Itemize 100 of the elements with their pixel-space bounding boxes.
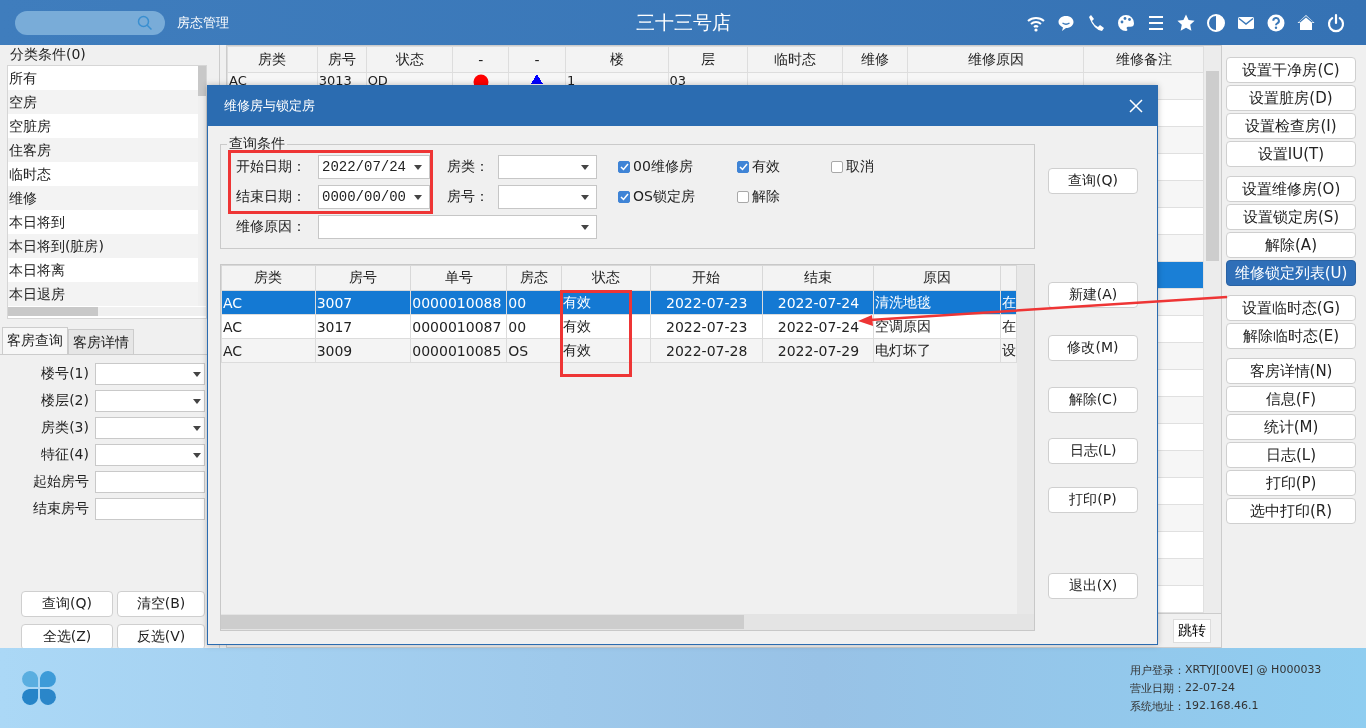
list-item[interactable]: 住客房 [8,138,198,162]
action-button[interactable]: 日志(L) [1226,442,1356,468]
action-button[interactable]: 客房详情(N) [1226,358,1356,384]
table-cell: OD [367,73,388,88]
action-button[interactable]: 打印(P) [1226,470,1356,496]
dialog-button[interactable]: 新建(A) [1048,282,1138,308]
action-button[interactable]: 设置干净房(C) [1226,57,1356,83]
column-header[interactable]: 房态 [506,265,562,291]
dialog-button[interactable]: 日志(L) [1048,438,1138,464]
help-icon[interactable] [1266,12,1286,33]
table-cell: AC [229,73,247,88]
checkbox[interactable] [831,161,843,173]
input-field[interactable] [95,471,205,493]
dropdown-field[interactable] [498,155,597,179]
column-header[interactable]: 原因 [873,265,1001,291]
list-item[interactable]: 本日退房 [8,282,198,306]
tab[interactable]: 客房查询 [2,327,68,354]
list-item[interactable]: 空房 [8,90,198,114]
action-button[interactable]: 设置检查房(I) [1226,113,1356,139]
dialog-button[interactable]: 查询(Q) [1048,168,1138,194]
dialog-button[interactable]: 打印(P) [1048,487,1138,513]
table-cell: 空调原因 [875,317,932,334]
table-cell: 在 [1002,317,1016,334]
column-header[interactable]: 维修备注 [1083,46,1204,73]
dropdown-field[interactable] [95,417,205,439]
action-button[interactable]: 查询(Q) [21,591,113,617]
scrollbar[interactable] [1017,265,1034,614]
action-button[interactable]: 设置脏房(D) [1226,85,1356,111]
column-header[interactable]: 房类 [227,46,318,73]
action-button[interactable]: 清空(B) [117,591,205,617]
checkbox[interactable] [737,191,749,203]
field-label: 楼层(2) [40,392,90,410]
dropdown-field[interactable] [95,390,205,412]
column-header[interactable]: 维修原因 [907,46,1084,73]
column-header[interactable]: 房号 [317,46,367,73]
table-row[interactable]: AC 3017 0000010087 00 有效 2022-07-23 2022-07-24 空调原因 在 [221,314,1017,339]
list-item[interactable]: 临时态 [8,162,198,186]
scrollbar[interactable] [221,614,1034,630]
action-button[interactable]: 信息(F) [1226,386,1356,412]
half-circle-icon[interactable] [1206,12,1226,33]
column-header[interactable]: 楼 [565,46,669,73]
checkbox[interactable] [737,161,749,173]
column-header[interactable]: 单号 [410,265,507,291]
action-button[interactable]: 解除临时态(E) [1226,323,1356,349]
checkbox-label: 解除 [752,188,780,206]
search-field[interactable] [15,10,165,35]
action-button[interactable]: 维修锁定列表(U) [1226,260,1356,286]
dropdown-field[interactable] [95,363,205,385]
action-button[interactable]: 设置锁定房(S) [1226,204,1356,230]
close-icon[interactable] [1129,99,1143,113]
column-header[interactable]: 开始 [650,265,763,291]
column-header[interactable]: - [452,46,509,73]
input-field[interactable] [95,498,205,520]
table-row[interactable]: AC 3009 0000010085 OS 有效 2022-07-28 2022-07-29 电灯坏了 设 [221,338,1017,363]
power-icon[interactable] [1326,12,1346,33]
jump-button[interactable]: 跳转 [1173,618,1211,643]
column-header[interactable]: - [508,46,566,73]
home-icon[interactable] [1296,12,1316,33]
list-item[interactable]: 本日将离 [8,258,198,282]
dropdown-field[interactable] [95,444,205,466]
checkbox[interactable] [618,191,630,203]
column-header[interactable]: 房类 [221,265,316,291]
action-button[interactable]: 选中打印(R) [1226,498,1356,524]
action-button[interactable]: 全选(Z) [21,624,113,650]
list-item[interactable]: 维修 [8,186,198,210]
list-item[interactable]: 本日将到(脏房) [8,234,198,258]
date-field[interactable]: 2022/07/24 [318,155,430,179]
action-button[interactable]: 设置维修房(O) [1226,176,1356,202]
dialog-button[interactable]: 解除(C) [1048,387,1138,413]
date-field[interactable]: 0000/00/00 [318,185,430,209]
tab[interactable]: 客房详情 [68,329,134,354]
list-item[interactable]: 本日将到 [8,210,198,234]
scrollbar[interactable] [1204,46,1221,613]
dropdown-field[interactable] [498,185,597,209]
column-header[interactable]: 结束 [762,265,874,291]
status-value: 192.168.46.1 [1185,698,1259,714]
action-button[interactable]: 反选(V) [117,624,205,650]
column-header[interactable]: 房号 [315,265,411,291]
action-button[interactable]: 统计(M) [1226,414,1356,440]
palette-icon[interactable] [1116,12,1136,33]
status-label: 系统地址： [1130,698,1185,714]
checkbox[interactable] [618,161,630,173]
list-item[interactable]: 所有 [8,66,198,90]
action-button[interactable]: 解除(A) [1226,232,1356,258]
dropdown-field[interactable] [318,215,597,239]
dialog-button[interactable]: 退出(X) [1048,573,1138,599]
action-button[interactable]: 设置IU(T) [1226,141,1356,167]
column-header[interactable]: 状态 [366,46,453,73]
action-button[interactable]: 设置临时态(G) [1226,295,1356,321]
table-cell: 3007 [316,294,353,311]
column-header[interactable]: 层 [668,46,748,73]
table-cell: AC [223,342,243,359]
column-header[interactable]: 状态 [561,265,651,291]
column-header[interactable]: 临时态 [747,46,843,73]
dialog-button[interactable]: 修改(M) [1048,335,1138,361]
column-header[interactable]: 维修 [842,46,908,73]
list-item[interactable]: 空脏房 [8,114,198,138]
scrollbar[interactable] [8,307,206,316]
scrollbar[interactable] [198,66,206,306]
table-row[interactable]: AC 3007 0000010088 00 有效 2022-07-23 2022-07-24 清洗地毯 在 [221,290,1017,315]
